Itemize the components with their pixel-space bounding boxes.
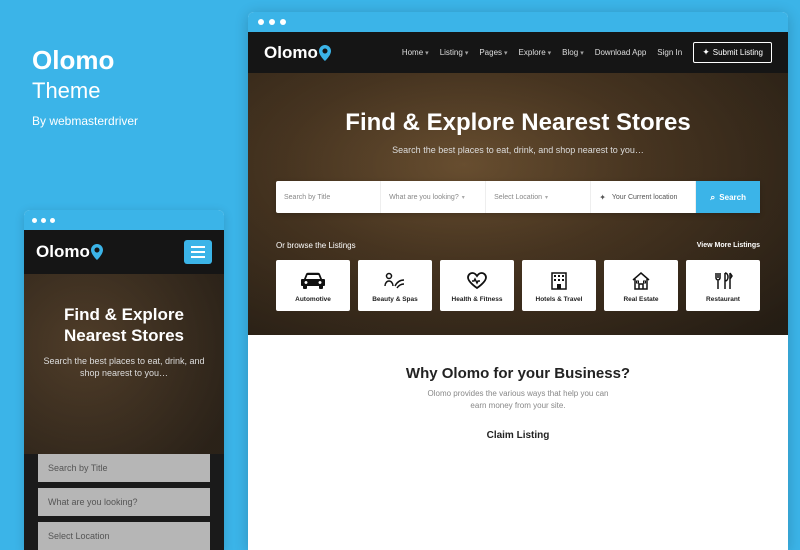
why-title: Why Olomo for your Business?: [268, 365, 768, 382]
pin-icon: [91, 244, 103, 260]
plus-icon: ✦: [702, 47, 710, 58]
mobile-hero: Find & Explore Nearest Stores Search the…: [24, 274, 224, 454]
search-bar: Search by Title What are you looking?▾ S…: [276, 181, 760, 213]
nav-download[interactable]: Download App: [595, 48, 647, 57]
desktop-logo[interactable]: Olomo: [264, 43, 331, 63]
nav-listing[interactable]: Listing▾: [440, 48, 469, 57]
desktop-preview: Olomo Home▾ Listing▾ Pages▾ Explore▾ Blo…: [248, 12, 788, 550]
mobile-header: Olomo: [24, 230, 224, 274]
browse-label: Or browse the Listings: [276, 241, 356, 250]
chevron-down-icon: ▾: [462, 194, 465, 201]
search-what-select[interactable]: What are you looking?▾: [381, 181, 486, 213]
category-restaurant[interactable]: Restaurant: [686, 260, 760, 311]
why-sub1: Olomo provides the various ways that hel…: [268, 388, 768, 400]
mobile-hero-sub: Search the best places to eat, drink, an…: [38, 355, 210, 380]
claim-listing: Claim Listing: [268, 430, 768, 441]
chevron-down-icon: ▾: [425, 49, 429, 57]
category-beauty[interactable]: Beauty & Spas: [358, 260, 432, 311]
view-more-link[interactable]: View More Listings: [697, 242, 760, 249]
category-grid: Automotive Beauty & Spas Health & Fitnes…: [276, 260, 760, 311]
submit-listing-button[interactable]: ✦ Submit Listing: [693, 42, 772, 63]
chevron-down-icon: ▾: [548, 49, 552, 57]
desktop-header: Olomo Home▾ Listing▾ Pages▾ Explore▾ Blo…: [248, 32, 788, 73]
nav-explore[interactable]: Explore▾: [519, 48, 552, 57]
heart-icon: [444, 270, 510, 292]
nav-home[interactable]: Home▾: [402, 48, 429, 57]
search-icon: ⌕: [710, 192, 715, 203]
house-icon: [608, 270, 674, 292]
promo-title: Olomo: [32, 45, 138, 76]
promo-header: Olomo Theme By webmasterdriver: [32, 45, 138, 128]
why-section: Why Olomo for your Business? Olomo provi…: [248, 335, 788, 471]
mobile-preview: Olomo Find & Explore Nearest Stores Sear…: [24, 210, 224, 550]
mobile-hero-title: Find & Explore Nearest Stores: [38, 304, 210, 347]
hero-sub: Search the best places to eat, drink, an…: [276, 145, 760, 155]
desktop-titlebar: [248, 12, 788, 32]
chevron-down-icon: ▾: [465, 49, 469, 57]
mobile-search: Search by Title What are you looking? Se…: [24, 454, 224, 550]
mobile-search-location[interactable]: Select Location: [38, 522, 210, 550]
mobile-search-what[interactable]: What are you looking?: [38, 488, 210, 516]
search-title-input[interactable]: Search by Title: [276, 181, 381, 213]
hamburger-menu-icon[interactable]: [184, 240, 212, 264]
search-current-location[interactable]: Your Current location: [591, 181, 696, 213]
spa-icon: [362, 270, 428, 292]
chevron-down-icon: ▾: [545, 194, 548, 201]
mobile-titlebar: [24, 210, 224, 230]
chevron-down-icon: ▾: [504, 49, 508, 57]
search-button[interactable]: ⌕ Search: [696, 181, 760, 213]
why-sub2: earn money from your site.: [268, 400, 768, 412]
mobile-logo[interactable]: Olomo: [36, 242, 103, 262]
nav-blog[interactable]: Blog▾: [562, 48, 584, 57]
hero-title: Find & Explore Nearest Stores: [276, 109, 760, 137]
promo-author: By webmasterdriver: [32, 114, 138, 128]
search-location-select[interactable]: Select Location▾: [486, 181, 591, 213]
category-health[interactable]: Health & Fitness: [440, 260, 514, 311]
pin-icon: [319, 45, 331, 61]
food-icon: [690, 270, 756, 292]
car-icon: [280, 270, 346, 292]
mobile-search-title[interactable]: Search by Title: [38, 454, 210, 482]
category-hotels[interactable]: Hotels & Travel: [522, 260, 596, 311]
desktop-hero: Find & Explore Nearest Stores Search the…: [248, 73, 788, 335]
category-realestate[interactable]: Real Estate: [604, 260, 678, 311]
nav-pages[interactable]: Pages▾: [479, 48, 507, 57]
category-automotive[interactable]: Automotive: [276, 260, 350, 311]
chevron-down-icon: ▾: [580, 49, 584, 57]
hotel-icon: [526, 270, 592, 292]
desktop-nav: Home▾ Listing▾ Pages▾ Explore▾ Blog▾ Dow…: [402, 42, 772, 63]
browse-row: Or browse the Listings View More Listing…: [276, 241, 760, 250]
nav-signin[interactable]: Sign In: [657, 48, 682, 57]
promo-subtitle: Theme: [32, 78, 138, 104]
